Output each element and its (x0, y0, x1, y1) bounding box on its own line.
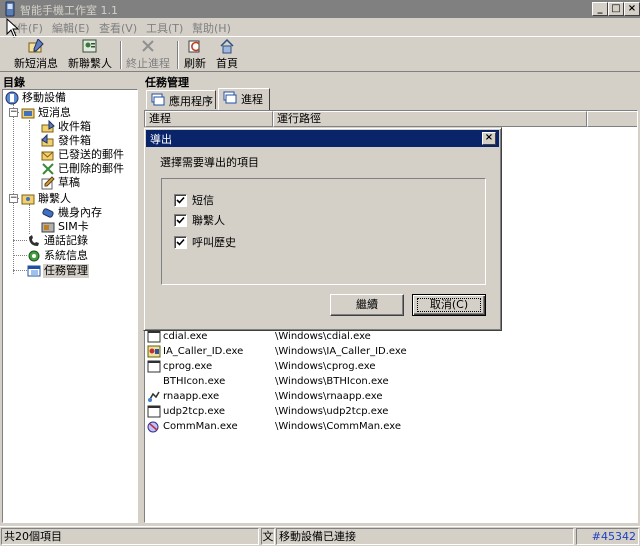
sent-mail-icon (41, 151, 54, 161)
toolbar-separator (177, 41, 179, 69)
cancel-button[interactable]: 取消(C) (412, 294, 486, 316)
menu-help[interactable]: 幫助(H) (192, 20, 231, 36)
mobile-device-icon (5, 91, 19, 105)
collapse-sms-button[interactable]: − (9, 108, 18, 117)
export-options-group: 短信 聯繫人 呼叫歷史 (161, 178, 486, 285)
window-title: 智能手機工作室 1.1 (20, 4, 118, 17)
tree-line (13, 270, 27, 271)
tree-line (13, 240, 27, 241)
new-contact-icon (82, 39, 97, 53)
table-row[interactable]: rnaapp.exe \Windows\rnaapp.exe (145, 389, 637, 404)
focus-rectangle (417, 298, 481, 312)
tab-strip: 應用程序 進程 (144, 88, 638, 110)
folder-tree: 移動設備 − 短消息 收件箱 發件箱 已發送的郵件 已刪除的郵件 草稿 − 聯繫… (2, 89, 138, 523)
window-icon (147, 360, 161, 373)
table-row[interactable]: cdial.exe \Windows\cdial.exe (145, 329, 637, 344)
toolbar: 新短消息 新聯繫人 終止進程 刷新 首頁 (0, 36, 640, 72)
status-language: 文 (261, 528, 275, 545)
table-row[interactable]: udp2tcp.exe \Windows\udp2tcp.exe (145, 404, 637, 419)
menu-bar: 文件(F) 編輯(E) 查看(V) 工具(T) 幫助(H) (0, 18, 640, 36)
status-connection: 移動設備已連接 (276, 528, 574, 545)
checkmark-icon (176, 196, 185, 204)
table-row[interactable]: BTHIcon.exe \Windows\BTHIcon.exe (145, 374, 637, 389)
refresh-icon (188, 40, 200, 53)
tab-applications[interactable]: 應用程序 (146, 90, 216, 109)
right-pane-title: 任務管理 (145, 76, 189, 89)
minimize-button[interactable]: _ (592, 2, 608, 16)
drafts-icon (41, 176, 55, 190)
tree-line (13, 104, 14, 274)
applications-tab-icon (151, 93, 165, 106)
column-header-empty (587, 111, 637, 127)
menu-view[interactable]: 查看(V) (99, 20, 137, 36)
task-manager-icon (27, 265, 41, 277)
tree-line (13, 255, 27, 256)
phone-memory-icon (42, 208, 54, 218)
menu-edit[interactable]: 編輯(E) (52, 20, 90, 36)
refresh-button[interactable]: 刷新 (182, 39, 208, 71)
checkbox-contacts-box[interactable] (174, 214, 187, 227)
checkmark-icon (176, 216, 185, 224)
title-bar: 智能手機工作室 1.1 _ □ × (0, 0, 640, 18)
network-icon (148, 391, 160, 402)
window-icon (147, 405, 161, 418)
dialog-title: 導出 (150, 133, 172, 146)
checkbox-call-history-box[interactable] (174, 236, 187, 249)
checkbox-sms-box[interactable] (174, 194, 187, 207)
tree-line (29, 120, 30, 190)
table-row[interactable]: CommMan.exe \Windows\CommMan.exe (145, 419, 637, 434)
call-log-icon (29, 235, 39, 246)
processes-tab-icon (223, 91, 237, 104)
new-contact-button[interactable]: 新聯繫人 (66, 39, 114, 71)
toolbar-separator (120, 41, 122, 69)
menu-tools[interactable]: 工具(T) (146, 20, 183, 36)
dialog-close-button[interactable]: × (482, 132, 496, 145)
end-process-button[interactable]: 終止進程 (124, 39, 172, 71)
sim-card-icon (41, 222, 55, 233)
caller-id-icon (147, 345, 161, 358)
mouse-cursor-icon (6, 18, 20, 38)
tab-processes[interactable]: 進程 (218, 88, 270, 110)
export-dialog: 導出 × 選擇需要導出的項目 短信 聯繫人 呼叫歷史 繼續 取消(C) (143, 127, 502, 331)
left-pane-title: 目錄 (3, 76, 25, 89)
collapse-contacts-button[interactable]: − (9, 194, 18, 203)
continue-button[interactable]: 繼續 (330, 294, 404, 316)
tree-line (29, 204, 30, 234)
outbox-icon (41, 134, 54, 147)
new-sms-button[interactable]: 新短消息 (12, 39, 60, 71)
table-row[interactable]: cprog.exe \Windows\cprog.exe (145, 359, 637, 374)
app-phone-icon (5, 1, 15, 17)
contacts-folder-icon (21, 194, 35, 205)
sms-folder-icon (21, 108, 35, 119)
home-button[interactable]: 首頁 (214, 39, 240, 71)
deleted-mail-icon (42, 163, 54, 175)
maximize-button[interactable]: □ (608, 2, 624, 16)
close-button[interactable]: × (624, 2, 640, 16)
status-bar: 共20個項目 文 移動設備已連接 #45342 (0, 526, 640, 546)
home-icon (220, 39, 234, 54)
comm-manager-icon (147, 421, 159, 433)
checkmark-icon (176, 238, 185, 246)
status-tag: #45342 (576, 528, 639, 545)
system-info-icon (28, 250, 40, 262)
inbox-icon (41, 120, 55, 133)
end-process-icon (142, 40, 154, 52)
dialog-title-bar: 導出 × (146, 130, 499, 147)
table-row[interactable]: IA_Caller_ID.exe \Windows\IA_Caller_ID.e… (145, 344, 637, 359)
column-header-process[interactable]: 進程 (145, 111, 273, 127)
new-sms-icon (28, 39, 44, 53)
column-header-path[interactable]: 運行路徑 (273, 111, 587, 127)
window-icon (147, 330, 161, 343)
status-item-count: 共20個項目 (1, 528, 259, 545)
dialog-prompt: 選擇需要導出的項目 (160, 156, 259, 169)
